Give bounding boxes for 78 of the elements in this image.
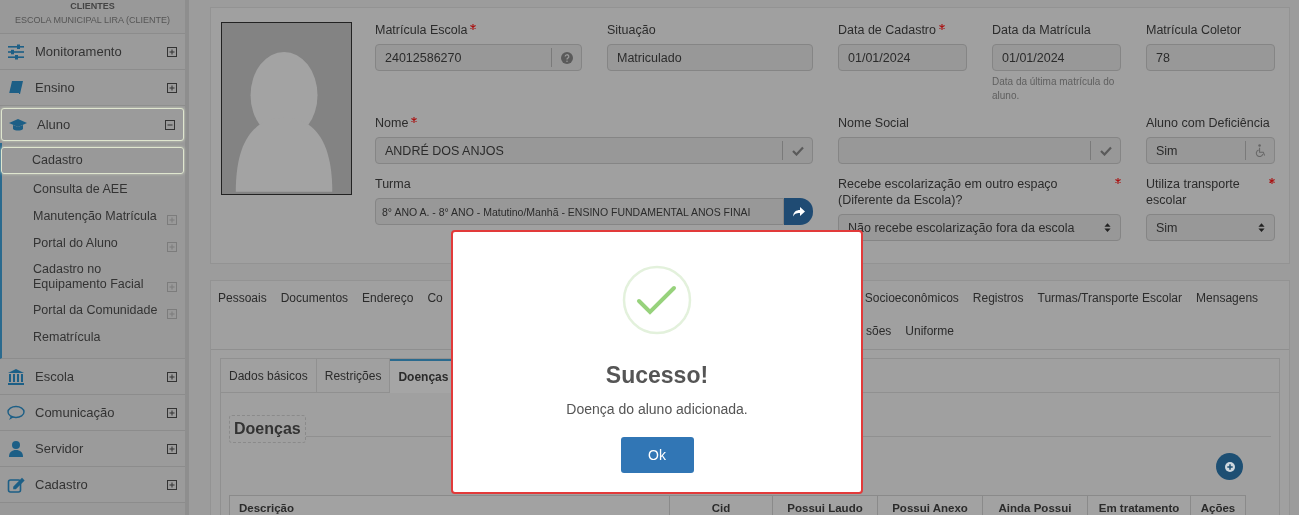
speech-bubble-icon — [7, 403, 25, 422]
field-label: Aluno com Deficiência — [1146, 115, 1270, 131]
edit-icon — [7, 475, 25, 494]
book-icon — [7, 78, 25, 97]
school-name: ESCOLA MUNICIPAL LIRA (CLIENTE) — [14, 15, 170, 25]
column-header: Possui Anexo — [877, 496, 982, 515]
tab[interactable]: Co — [420, 291, 450, 305]
client-label: CLIENTES — [70, 1, 115, 11]
dialog-message: Doença do aluno adicionada. — [566, 401, 748, 417]
submenu-item[interactable]: Portal do Aluno — [2, 231, 185, 256]
plus-box-icon — [167, 479, 177, 490]
submenu-item[interactable]: Cadastro — [1, 147, 184, 174]
plus-box-icon — [167, 46, 177, 57]
submenu-item[interactable]: Consulta de AEE — [2, 177, 185, 202]
go-button[interactable] — [784, 198, 813, 225]
wheelchair-icon — [1255, 144, 1266, 157]
submenu-item[interactable]: Portal da Comunidade — [2, 298, 185, 323]
plus-box-icon — [167, 371, 177, 382]
person-icon — [7, 439, 25, 458]
select-field[interactable]: Sim — [1146, 214, 1275, 241]
field-label: Matrícula Escola — [375, 22, 468, 38]
input-field[interactable]: 24012586270 — [375, 44, 582, 71]
plus-box-icon — [167, 407, 177, 418]
plus-circle-icon — [1224, 461, 1235, 472]
column-header: Cid — [669, 496, 772, 515]
input-field[interactable]: Matriculado — [607, 44, 813, 71]
tab[interactable]: Pessoais — [211, 291, 274, 305]
add-button[interactable] — [1216, 453, 1243, 480]
column-header: Ações — [1190, 496, 1245, 515]
minus-box-icon — [165, 119, 175, 130]
tab[interactable]: Endereço — [355, 291, 421, 305]
tab[interactable]: sões — [859, 324, 899, 338]
tab[interactable]: Dados básicos — [221, 359, 317, 392]
field-label: Turma — [375, 176, 411, 192]
submenu-item[interactable]: Rematrícula — [2, 325, 185, 350]
bank-building-icon — [7, 367, 25, 386]
field-label: Situação — [607, 22, 656, 38]
input-field[interactable]: 01/01/2024 — [838, 44, 967, 71]
tab[interactable]: Documentos — [273, 291, 356, 305]
field-label: Utiliza transporte escolar — [1146, 176, 1241, 208]
field-hint: Data da última matrícula do aluno. — [992, 75, 1116, 103]
input-field[interactable]: 8° ANO A. - 8° ANO - Matutino/Manhã - ENSINO FUNDAMENTAL ANOS FINAI — [375, 198, 784, 225]
column-header: Descrição — [238, 501, 295, 515]
ok-button[interactable]: Ok — [620, 437, 694, 473]
input-field[interactable]: 78 — [1146, 44, 1275, 71]
tab[interactable]: Turmas/Transporte Escolar — [1030, 291, 1190, 305]
plus-box-icon — [167, 82, 177, 93]
tab[interactable]: Uniforme — [898, 324, 962, 338]
dialog-title: Sucesso! — [605, 362, 709, 389]
input-field[interactable]: Sim — [1146, 137, 1275, 164]
submenu-item[interactable]: Cadastro no Equipamento Facial — [2, 258, 185, 296]
field-label: Nome — [375, 115, 409, 131]
field-label: Matrícula Coletor — [1146, 22, 1242, 38]
share-arrow-icon — [792, 206, 805, 217]
tab[interactable]: Registros — [965, 291, 1031, 305]
field-label: Data da Matrícula — [992, 22, 1091, 38]
submenu-item[interactable]: Manutenção Matrícula — [2, 204, 185, 229]
check-circle-icon — [622, 265, 692, 335]
sliders-icon — [7, 42, 25, 61]
tab[interactable]: Socioeconômicos — [857, 291, 966, 305]
section-title: Doenças — [229, 415, 306, 443]
check-icon — [792, 145, 804, 156]
input-field[interactable]: ANDRÉ DOS ANJOS — [375, 137, 813, 164]
column-header: Possui Laudo — [772, 496, 877, 515]
tab[interactable]: Mensagens — [1189, 291, 1266, 305]
column-header: Ainda Possui — [982, 496, 1087, 515]
field-label: Data de Cadastro — [838, 22, 936, 38]
input-field[interactable]: 01/01/2024 — [992, 44, 1121, 71]
menu-item[interactable]: Aluno — [1, 108, 184, 141]
plus-box-icon — [167, 443, 177, 454]
check-icon — [1100, 145, 1112, 156]
input-field[interactable] — [838, 137, 1121, 164]
sort-caret-icon — [1258, 222, 1265, 233]
question-circle-icon — [561, 51, 573, 64]
field-label: Nome Social — [838, 115, 909, 131]
column-header: Em tratamento — [1087, 496, 1190, 515]
sort-caret-icon — [1104, 222, 1111, 233]
field-label: Recebe escolarização em outro espaço (Diferente da Escola)? — [838, 176, 1059, 208]
